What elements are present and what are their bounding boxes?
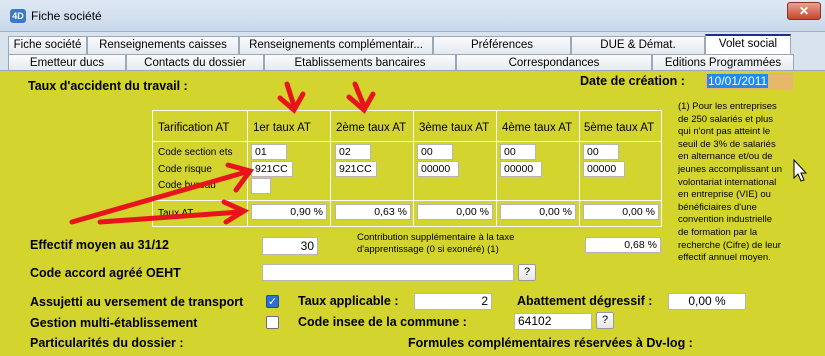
annotation-overlay — [69, 81, 808, 225]
mouse-pointer-icon — [793, 158, 808, 182]
annotation-arrow — [97, 209, 243, 225]
